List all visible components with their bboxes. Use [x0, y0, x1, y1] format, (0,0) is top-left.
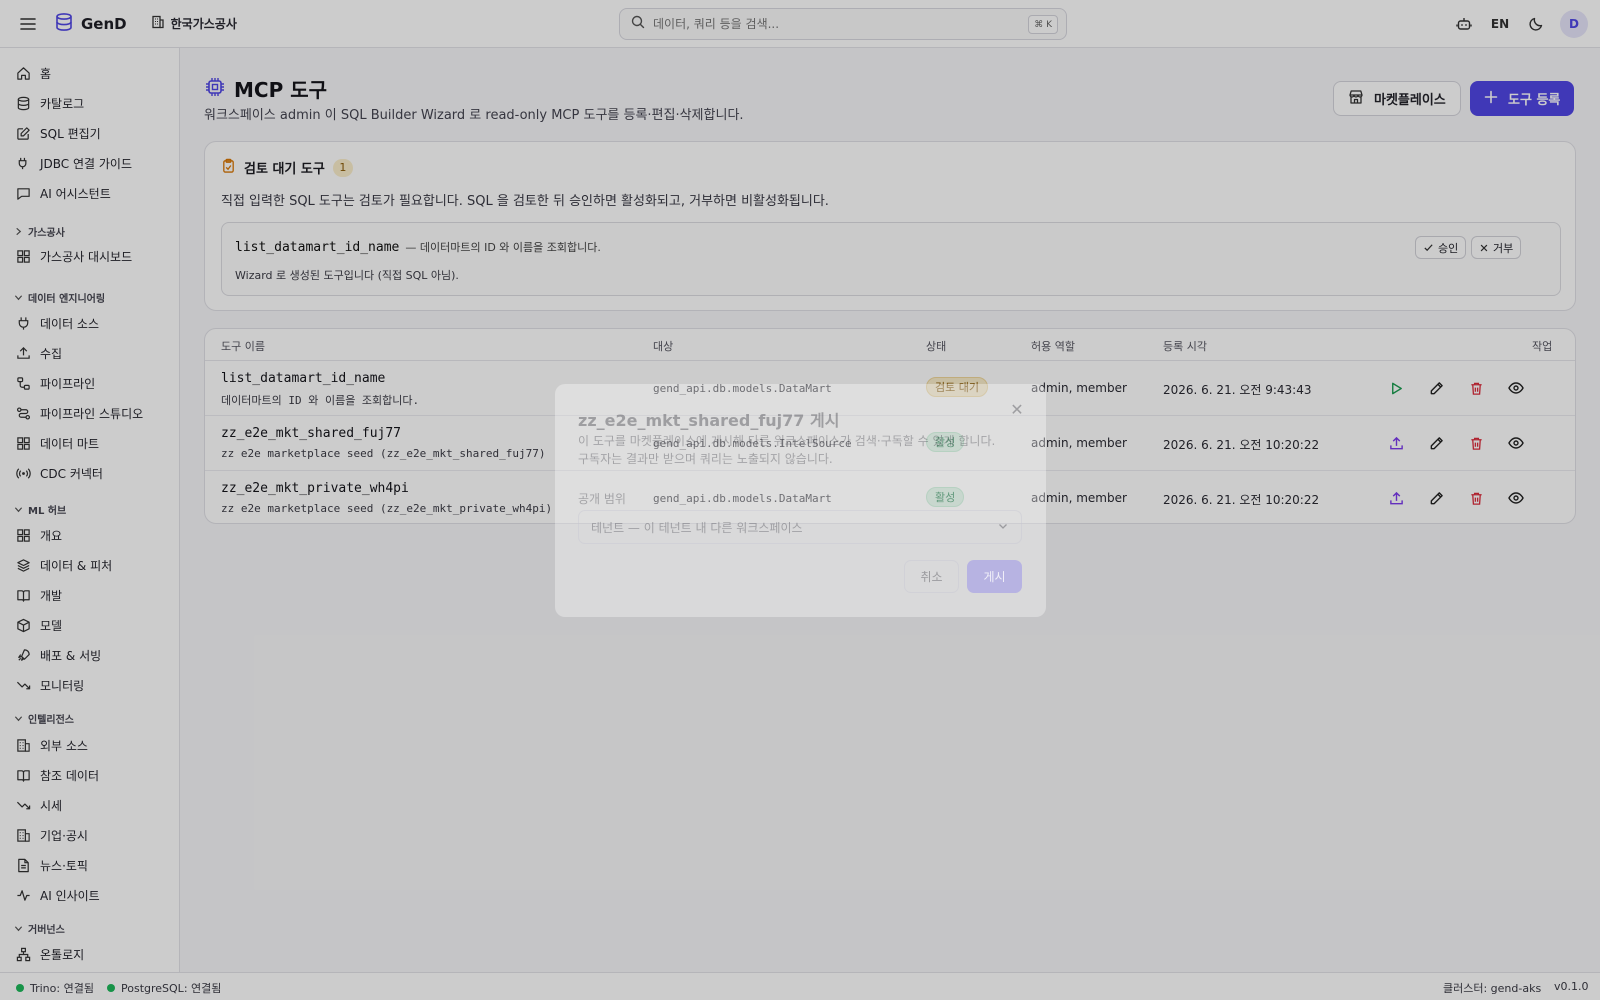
scope-select-value: 테넌트 — 이 테넌트 내 다른 워크스페이스: [591, 520, 803, 535]
modal-description-line: 이 도구를 마켓플레이스에 게시해 다른 워크스페이스가 검색·구독할 수 있게…: [578, 434, 996, 448]
publish-modal: zz_e2e_mkt_shared_fuj77 게시 ✕ 이 도구를 마켓플레이…: [555, 384, 1046, 617]
modal-title: zz_e2e_mkt_shared_fuj77 게시: [578, 411, 840, 430]
scope-select[interactable]: 테넌트 — 이 테넌트 내 다른 워크스페이스: [578, 510, 1022, 544]
modal-overlay[interactable]: zz_e2e_mkt_shared_fuj77 게시 ✕ 이 도구를 마켓플레이…: [0, 0, 1600, 1000]
publish-button[interactable]: 게시: [967, 560, 1022, 593]
close-icon[interactable]: ✕: [1006, 398, 1028, 420]
cancel-button[interactable]: 취소: [904, 560, 959, 593]
modal-description-line: 구독자는 결과만 받으며 쿼리는 노출되지 않습니다.: [578, 452, 833, 466]
scope-label: 공개 범위: [578, 492, 626, 506]
chevron-down-icon: [999, 524, 1007, 529]
modal-description: 이 도구를 마켓플레이스에 게시해 다른 워크스페이스가 검색·구독할 수 있게…: [578, 432, 1018, 468]
